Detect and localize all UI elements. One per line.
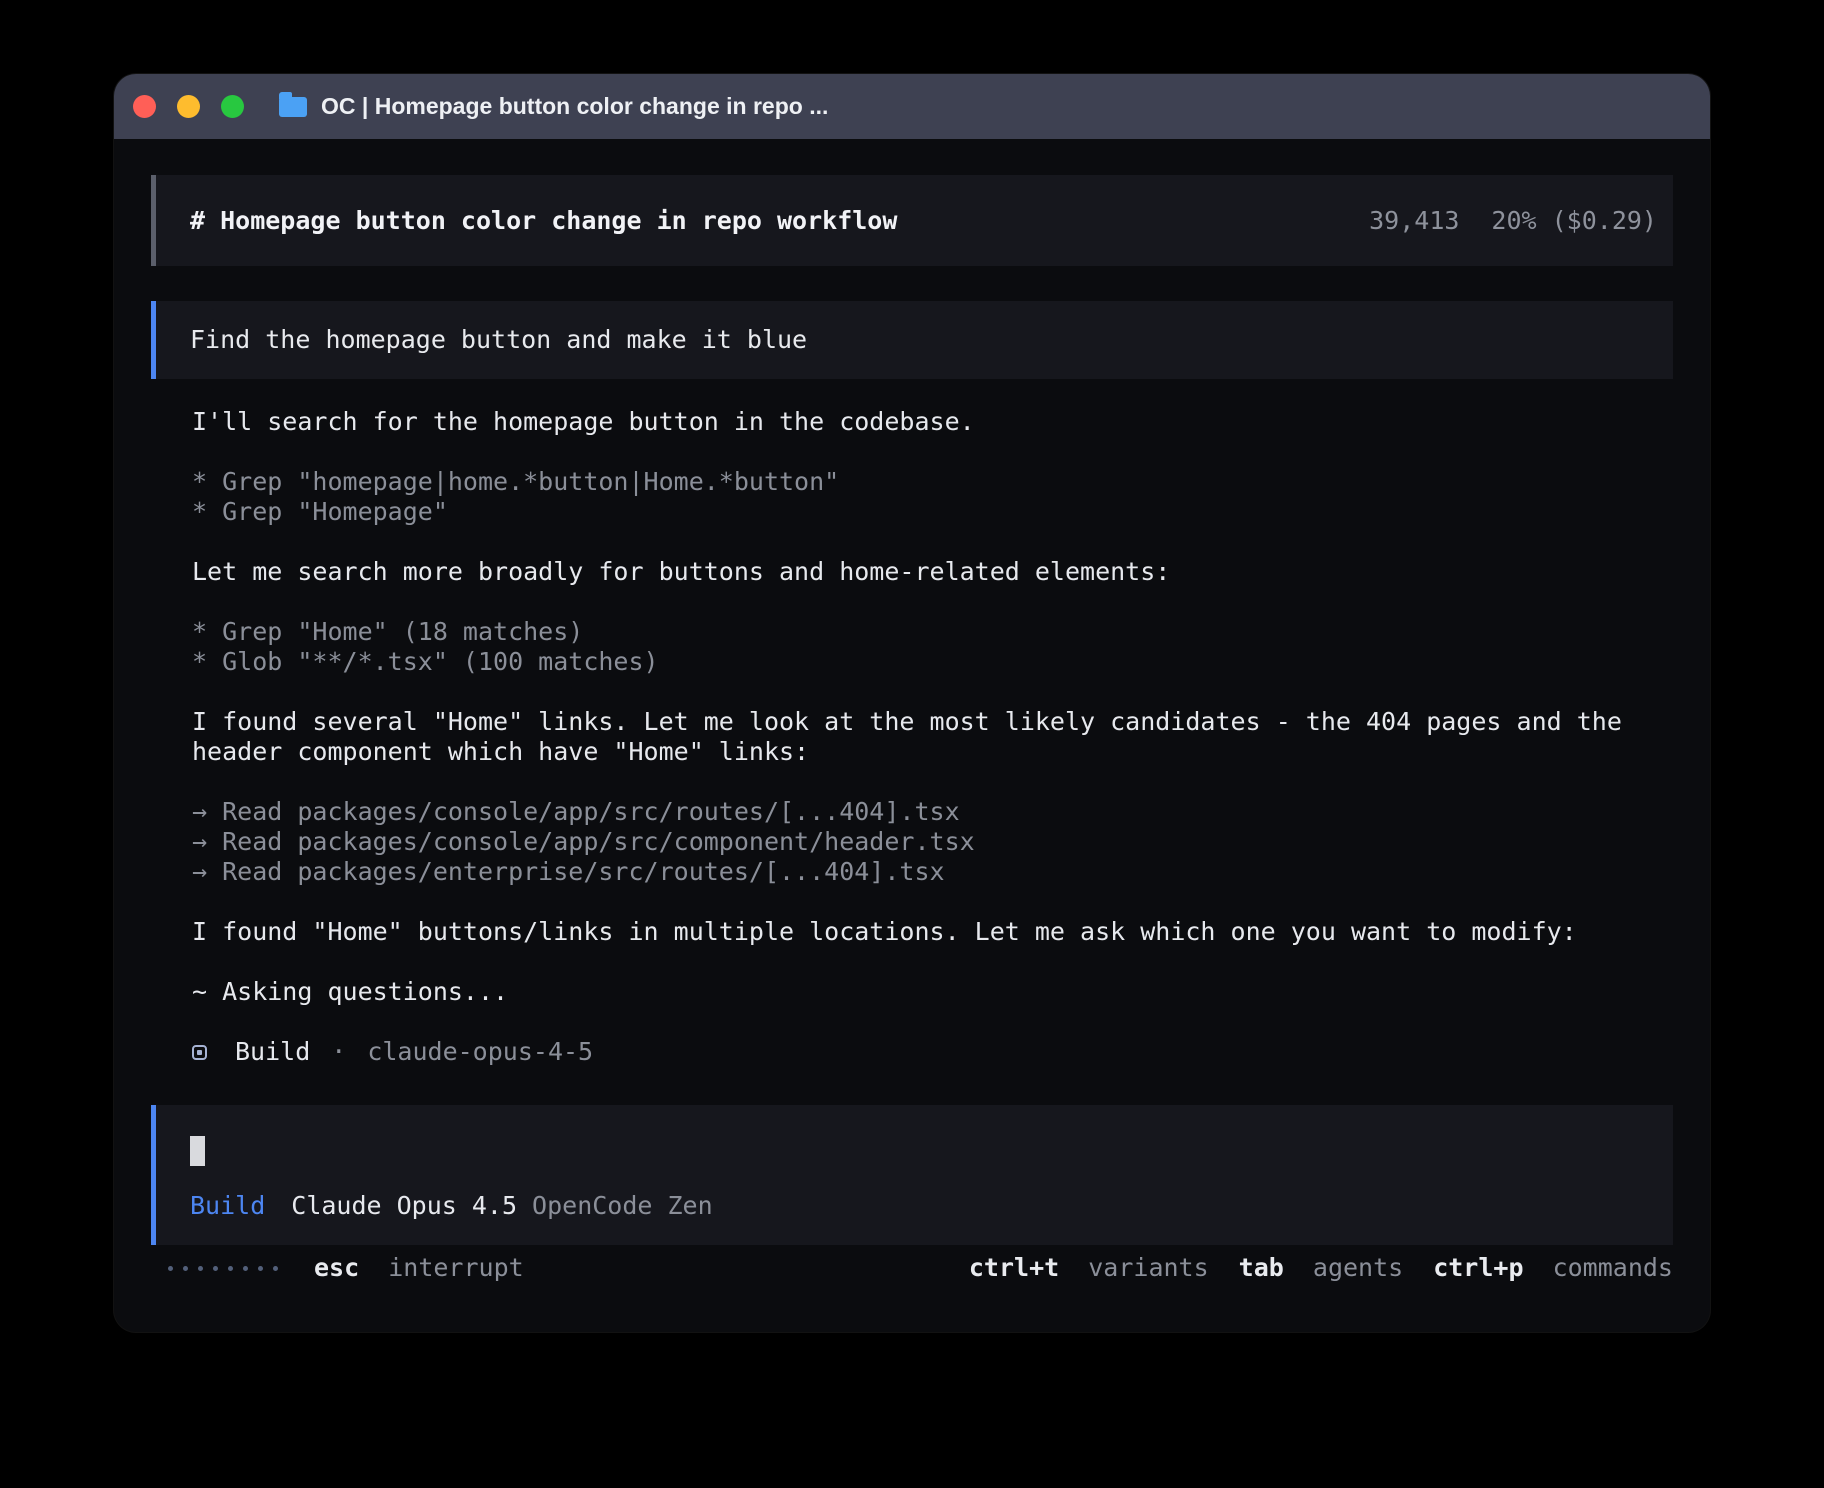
zoom-window-button[interactable]: [221, 95, 244, 118]
session-title: # Homepage button color change in repo w…: [190, 206, 897, 236]
user-message-text: Find the homepage button and make it blu…: [190, 325, 807, 355]
window-title: OC | Homepage button color change in rep…: [321, 93, 828, 120]
session-stats: 39,413 20% ($0.29): [1369, 206, 1657, 236]
shortcut-agents: tab agents: [1239, 1253, 1404, 1283]
assistant-line: I'll search for the homepage button in t…: [192, 407, 1673, 437]
shortcut-key: ctrl+p: [1433, 1253, 1523, 1282]
esc-key: esc: [314, 1253, 359, 1282]
minimize-window-button[interactable]: [177, 95, 200, 118]
status-bar-left: esc interrupt: [151, 1253, 524, 1283]
shortcut-variants: ctrl+t variants: [969, 1253, 1209, 1283]
prompt-input[interactable]: Build Claude Opus 4.5 OpenCode Zen: [151, 1105, 1673, 1245]
context-usage: 20% ($0.29): [1491, 206, 1657, 236]
token-count: 39,413: [1369, 206, 1459, 236]
separator-dot: ·: [331, 1037, 346, 1067]
tool-call-line: → Read packages/enterprise/src/routes/[.…: [192, 857, 1673, 887]
close-window-button[interactable]: [133, 95, 156, 118]
desktop-background: OC | Homepage button color change in rep…: [0, 0, 1824, 1488]
interrupt-label: interrupt: [388, 1253, 523, 1282]
shortcut-key: tab: [1239, 1253, 1284, 1282]
shortcut-label: variants: [1088, 1253, 1208, 1282]
agent-status-row: Build · claude-opus-4-5: [192, 1037, 1673, 1067]
shortcut-key: ctrl+t: [969, 1253, 1059, 1282]
conversation: I'll search for the homepage button in t…: [151, 407, 1673, 1067]
input-status-row: Build Claude Opus 4.5 OpenCode Zen: [190, 1191, 1657, 1221]
status-line: ~ Asking questions...: [192, 977, 1673, 1007]
shortcut-label: commands: [1553, 1253, 1673, 1282]
tool-call-line: → Read packages/console/app/src/componen…: [192, 827, 1673, 857]
spinner-dots: [168, 1266, 278, 1271]
folder-icon: [279, 97, 307, 117]
user-message: Find the homepage button and make it blu…: [151, 301, 1673, 379]
terminal-window: OC | Homepage button color change in rep…: [114, 74, 1710, 1332]
assistant-line: Let me search more broadly for buttons a…: [192, 557, 1673, 587]
agent-icon: [192, 1045, 207, 1060]
traffic-lights: [133, 95, 244, 118]
agent-name: Build: [235, 1037, 310, 1067]
tool-call-line: * Grep "Home" (18 matches): [192, 617, 1673, 647]
mode-indicator[interactable]: Build: [190, 1191, 265, 1221]
tool-call-line: * Grep "Homepage": [192, 497, 1673, 527]
tool-call-line: → Read packages/console/app/src/routes/[…: [192, 797, 1673, 827]
status-bar-right: ctrl+t variants tab agents ctrl+p comman…: [969, 1253, 1673, 1283]
assistant-line: I found "Home" buttons/links in multiple…: [192, 917, 1673, 947]
terminal-content: # Homepage button color change in repo w…: [114, 139, 1710, 1332]
assistant-line: I found several "Home" links. Let me loo…: [192, 707, 1673, 767]
status-bar: esc interrupt ctrl+t variants tab agents…: [151, 1253, 1673, 1283]
tool-call-line: * Grep "homepage|home.*button|Home.*butt…: [192, 467, 1673, 497]
session-header: # Homepage button color change in repo w…: [151, 175, 1673, 266]
agent-model: claude-opus-4-5: [367, 1037, 593, 1067]
provider-indicator: OpenCode Zen: [532, 1191, 713, 1221]
shortcut-commands: ctrl+p commands: [1433, 1253, 1673, 1283]
model-indicator[interactable]: Claude Opus 4.5: [291, 1191, 517, 1221]
shortcut-label: agents: [1313, 1253, 1403, 1282]
interrupt-hint: esc interrupt: [314, 1253, 524, 1283]
tool-call-line: * Glob "**/*.tsx" (100 matches): [192, 647, 1673, 677]
text-cursor: [190, 1136, 205, 1166]
window-titlebar: OC | Homepage button color change in rep…: [114, 74, 1710, 139]
